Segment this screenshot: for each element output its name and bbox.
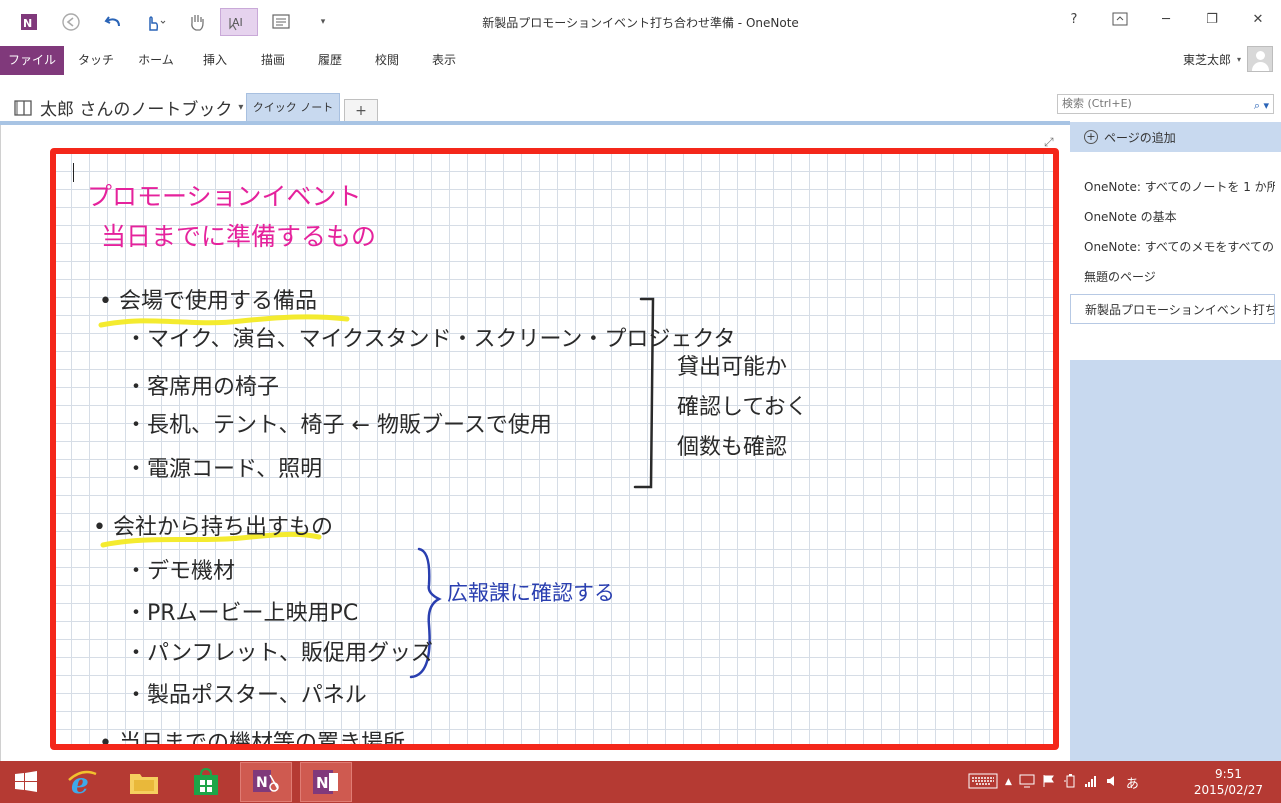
page-item[interactable]: OneNote: すべてのメモをすべてのデ [1070,232,1275,262]
tab-touch[interactable]: タッチ [72,46,120,75]
add-section-button[interactable]: + [344,99,378,122]
file-explorer-icon[interactable] [118,762,170,802]
section1-item[interactable]: ・客席用の椅子 [125,369,279,401]
help-button[interactable]: ? [1051,4,1097,34]
quick-access-toolbar: N AI ▾ [10,8,342,36]
page-item[interactable]: OneNote: すべてのノートを 1 か所 [1070,172,1275,202]
flag-icon[interactable] [1042,774,1056,791]
search-input[interactable]: 検索 (Ctrl+E) ⌕ ▾ [1057,94,1274,114]
tab-history[interactable]: 履歴 [306,46,354,75]
signal-icon[interactable] [1084,774,1098,791]
display-icon[interactable] [1019,774,1035,791]
back-icon[interactable] [52,8,90,36]
note-canvas[interactable]: ⤢ プロモーションイベント 当日までに準備するもの • 会場で使用する備品 ・マ… [0,125,1070,761]
undo-icon[interactable] [94,8,132,36]
notebook-bar: 太郎 さんのノートブック ▾ クイック ノート + 検索 (Ctrl+E) ⌕ … [0,76,1281,122]
start-icon[interactable] [0,762,52,802]
minimize-button[interactable]: ─ [1143,4,1189,34]
page-item[interactable]: OneNote の基本 [1070,202,1275,232]
full-page-view-icon[interactable] [262,8,300,36]
section3-heading[interactable]: • 当日までの機材等の置き場所 [99,725,405,749]
notebook-selector[interactable]: 太郎 さんのノートブック ▾ [12,95,243,120]
tab-home[interactable]: ホーム [130,46,182,75]
notebook-icon [14,99,32,116]
notebook-name: 太郎 さんのノートブック [40,100,233,120]
chevron-up-icon[interactable]: ▲ [1005,777,1012,787]
section1-item[interactable]: ・電源コード、照明 [125,451,322,483]
note-title-line1[interactable]: プロモーションイベント [87,177,362,213]
note-title-line2[interactable]: 当日までに準備するもの [101,217,376,253]
restore-button[interactable]: ❐ [1189,4,1235,34]
ribbon-tabs: ファイル タッチ ホーム 挿入 描画 履歴 校閲 表示 東芝太郎 ▾ [0,44,1281,76]
page-item[interactable]: 無題のページ [1070,262,1275,292]
page-item-selected[interactable]: 新製品プロモーションイベント打ち合わ [1070,294,1275,324]
section1-item[interactable]: ・マイク、演台、マイクスタンド・スクリーン・プロジェクタ [125,321,736,353]
window-controls: ? ─ ❐ ✕ [1051,4,1281,34]
hand-icon[interactable] [178,8,216,36]
page-list: OneNote: すべてのノートを 1 か所 OneNote の基本 OneNo… [1070,152,1281,360]
title-bar: N AI ▾ 新製品プロモーションイベント打ち合わせ準備 - OneNote ?… [0,0,1281,44]
keyboard-icon[interactable] [968,773,998,792]
chevron-down-icon: ▾ [238,102,244,113]
store-icon[interactable] [180,762,232,802]
onenote-clipper-icon[interactable]: N [240,762,292,802]
section-tab-quick-notes[interactable]: クイック ノート [246,93,340,122]
close-button[interactable]: ✕ [1235,4,1281,34]
ink-to-text-icon[interactable]: AI [220,8,258,36]
section1-item[interactable]: ・長机、テント、椅子 ← 物販ブースで使用 [125,407,552,439]
tab-draw[interactable]: 描画 [248,46,298,75]
section2-item[interactable]: ・PRムービー上映用PC [125,595,358,627]
pages-panel: + ページの追加 OneNote: すべてのノートを 1 か所 OneNote … [1070,122,1281,761]
search-icon[interactable]: ⌕ ▾ [1254,97,1269,115]
tab-insert[interactable]: 挿入 [192,46,238,75]
volume-icon[interactable] [1105,774,1119,791]
touch-mode-icon[interactable] [136,8,174,36]
svg-text:N: N [256,775,268,791]
plus-icon: + [1084,130,1098,144]
clock-time: 9:51 [1214,767,1242,781]
onenote-icon[interactable]: N [10,8,48,36]
add-page-button[interactable]: + ページの追加 [1070,122,1281,152]
section1-note[interactable]: 貸出可能か [677,349,787,381]
section2-note[interactable]: 広報課に確認する [447,577,615,607]
customize-toolbar-button[interactable]: ▾ [304,8,342,36]
clock-date: 2015/02/27 [1193,783,1263,797]
section1-heading[interactable]: • 会場で使用する備品 [99,283,317,315]
ribbon-display-options-button[interactable] [1097,4,1143,34]
battery-icon[interactable] [1063,773,1077,791]
user-name: 東芝太郎 [1182,52,1231,67]
user-account[interactable]: 東芝太郎 ▾ [1183,46,1273,72]
internet-explorer-icon[interactable]: e [56,762,108,802]
chevron-down-icon: ▾ [1236,54,1241,64]
ime-indicator[interactable]: あ [1126,773,1139,792]
page-bottom-clip: • 当日までの機材等の置き場所 [53,721,1057,749]
svg-text:N: N [316,774,329,792]
section1-note[interactable]: 確認しておく [677,389,808,421]
taskbar: e N N ▲ あ 9:51 2015/02/27 [0,761,1281,803]
onenote-icon[interactable]: N [300,762,352,802]
clock[interactable]: 9:51 2015/02/27 [1194,766,1263,798]
tab-view[interactable]: 表示 [420,46,468,75]
section2-item[interactable]: ・製品ポスター、パネル [125,677,367,709]
section2-item[interactable]: ・デモ機材 [125,553,235,585]
system-tray: ▲ あ [968,761,1139,803]
section2-item[interactable]: ・パンフレット、販促用グッズ [125,635,433,667]
tab-file[interactable]: ファイル [0,46,64,75]
tab-review[interactable]: 校閲 [362,46,412,75]
section2-heading[interactable]: • 会社から持ち出すもの [93,509,333,541]
svg-text:N: N [23,17,32,30]
avatar [1247,46,1273,72]
section1-note[interactable]: 個数も確認 [677,429,787,461]
